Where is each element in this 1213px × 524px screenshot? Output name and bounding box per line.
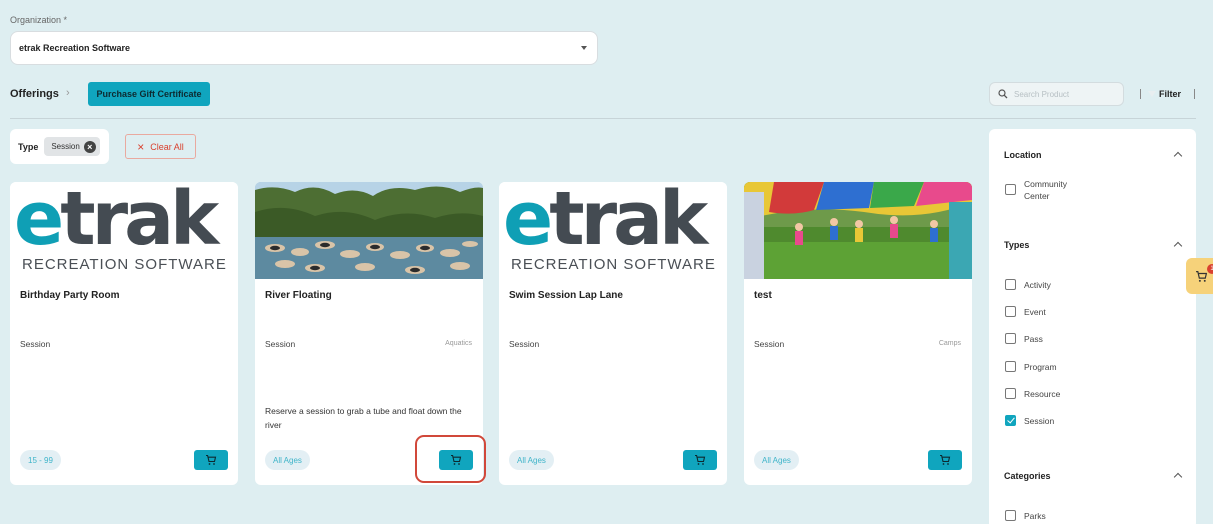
filter-icon (1148, 91, 1156, 97)
cart-icon (206, 454, 217, 465)
type-item-label: Program (1024, 361, 1057, 372)
checkbox[interactable] (1005, 510, 1016, 521)
type-item-label: Resource (1024, 388, 1061, 399)
etrak-logo: etrak (503, 182, 708, 262)
search-box[interactable] (989, 82, 1124, 106)
filter-sidebar: Location Community Center Types Activity… (989, 129, 1196, 524)
product-type: Session (509, 339, 540, 349)
product-image-etrak-logo: etrak RECREATION SOFTWARE (10, 182, 238, 279)
product-image-etrak-logo: etrak RECREATION SOFTWARE (499, 182, 727, 279)
filter-button[interactable]: Filter (1148, 89, 1181, 99)
remove-filter-icon[interactable]: × (83, 140, 96, 153)
search-input[interactable] (1014, 89, 1114, 99)
cart-icon (940, 454, 951, 465)
organization-select[interactable]: etrak Recreation Software (10, 31, 598, 65)
clear-all-label: Clear All (150, 141, 184, 152)
checkbox[interactable] (1005, 333, 1016, 344)
etrak-logo: etrak (14, 182, 219, 262)
categories-heading: Categories (1004, 471, 1051, 481)
age-badge: All Ages (754, 450, 799, 470)
product-card[interactable]: etrak RECREATION SOFTWARE Swim Session L… (499, 182, 727, 485)
divider (1194, 89, 1195, 99)
type-item-resource[interactable]: Resource (1005, 388, 1060, 399)
checkbox[interactable] (1005, 279, 1016, 290)
checkbox[interactable] (1005, 361, 1016, 372)
type-item-label: Activity (1024, 279, 1051, 290)
type-item-label: Pass (1024, 333, 1043, 344)
product-title[interactable]: Birthday Party Room (20, 290, 119, 301)
add-to-cart-button[interactable] (928, 450, 962, 470)
search-icon (998, 89, 1008, 99)
age-badge: All Ages (265, 450, 310, 470)
product-card[interactable]: River Floating Session Aquatics Reserve … (255, 182, 483, 485)
location-heading: Location (1004, 150, 1042, 160)
etrak-logo-subtitle: RECREATION SOFTWARE (511, 256, 716, 273)
type-item-pass[interactable]: Pass (1005, 333, 1043, 344)
type-filter-chip: Type Session × (10, 129, 109, 164)
checkbox[interactable] (1005, 184, 1016, 195)
add-to-cart-button[interactable] (194, 450, 228, 470)
add-to-cart-button[interactable] (439, 450, 473, 470)
add-to-cart-button[interactable] (683, 450, 717, 470)
cart-icon (451, 454, 462, 465)
filter-label: Filter (1159, 89, 1182, 99)
floating-cart-button[interactable]: 1 (1186, 258, 1213, 294)
type-item-event[interactable]: Event (1005, 306, 1046, 317)
product-type: Session (754, 339, 785, 349)
caret-down-icon (581, 46, 587, 50)
type-item-label: Event (1024, 306, 1046, 317)
chevron-up-icon[interactable] (1173, 241, 1183, 251)
product-image-river-photo (255, 182, 483, 279)
clear-all-button[interactable]: × Clear All (125, 134, 196, 159)
organization-value: etrak Recreation Software (19, 43, 131, 53)
location-item[interactable]: Community Center (1005, 178, 1084, 202)
type-filter-label: Type (18, 141, 39, 152)
chevron-up-icon[interactable] (1173, 472, 1183, 482)
checkbox-checked[interactable] (1005, 415, 1016, 426)
product-title[interactable]: test (754, 290, 772, 301)
product-category: Camps (938, 340, 961, 347)
product-card[interactable]: test Session Camps All Ages (744, 182, 972, 485)
chevron-up-icon[interactable] (1173, 151, 1183, 161)
cart-count-badge: 1 (1207, 264, 1213, 274)
product-image-kids-parachute-photo (744, 182, 972, 279)
organization-label: Organization * (10, 15, 68, 25)
chevron-right-icon: › (66, 87, 70, 99)
etrak-logo-subtitle: RECREATION SOFTWARE (22, 256, 227, 273)
types-heading: Types (1004, 240, 1030, 250)
product-card[interactable]: etrak RECREATION SOFTWARE Birthday Party… (10, 182, 238, 485)
type-item-label: Session (1024, 415, 1055, 426)
purchase-gift-certificate-button[interactable]: Purchase Gift Certificate (88, 82, 210, 106)
type-item-session[interactable]: Session (1005, 415, 1054, 426)
product-title[interactable]: Swim Session Lap Lane (509, 290, 623, 301)
cart-icon (695, 454, 706, 465)
product-type: Session (20, 339, 51, 349)
cart-icon (1196, 270, 1208, 282)
type-item-program[interactable]: Program (1005, 361, 1057, 372)
type-filter-value-text: Session (51, 142, 80, 151)
horizontal-divider (10, 118, 1196, 119)
breadcrumb-offerings[interactable]: Offerings (10, 88, 59, 100)
checkbox[interactable] (1005, 306, 1016, 317)
type-item-activity[interactable]: Activity (1005, 279, 1051, 290)
type-filter-value[interactable]: Session × (44, 137, 100, 156)
product-title[interactable]: River Floating (265, 290, 332, 301)
age-badge: All Ages (509, 450, 554, 470)
checkbox[interactable] (1005, 388, 1016, 399)
category-item-parks[interactable]: Parks (1005, 510, 1046, 521)
close-icon: × (137, 139, 145, 154)
product-category: Aquatics (445, 340, 472, 347)
divider (1140, 89, 1141, 99)
location-item-label: Community Center (1024, 179, 1067, 201)
product-type: Session (265, 339, 296, 349)
product-description: Reserve a session to grab a tube and flo… (265, 406, 462, 430)
category-item-label: Parks (1024, 510, 1046, 521)
age-badge: 15 - 99 (20, 450, 61, 470)
